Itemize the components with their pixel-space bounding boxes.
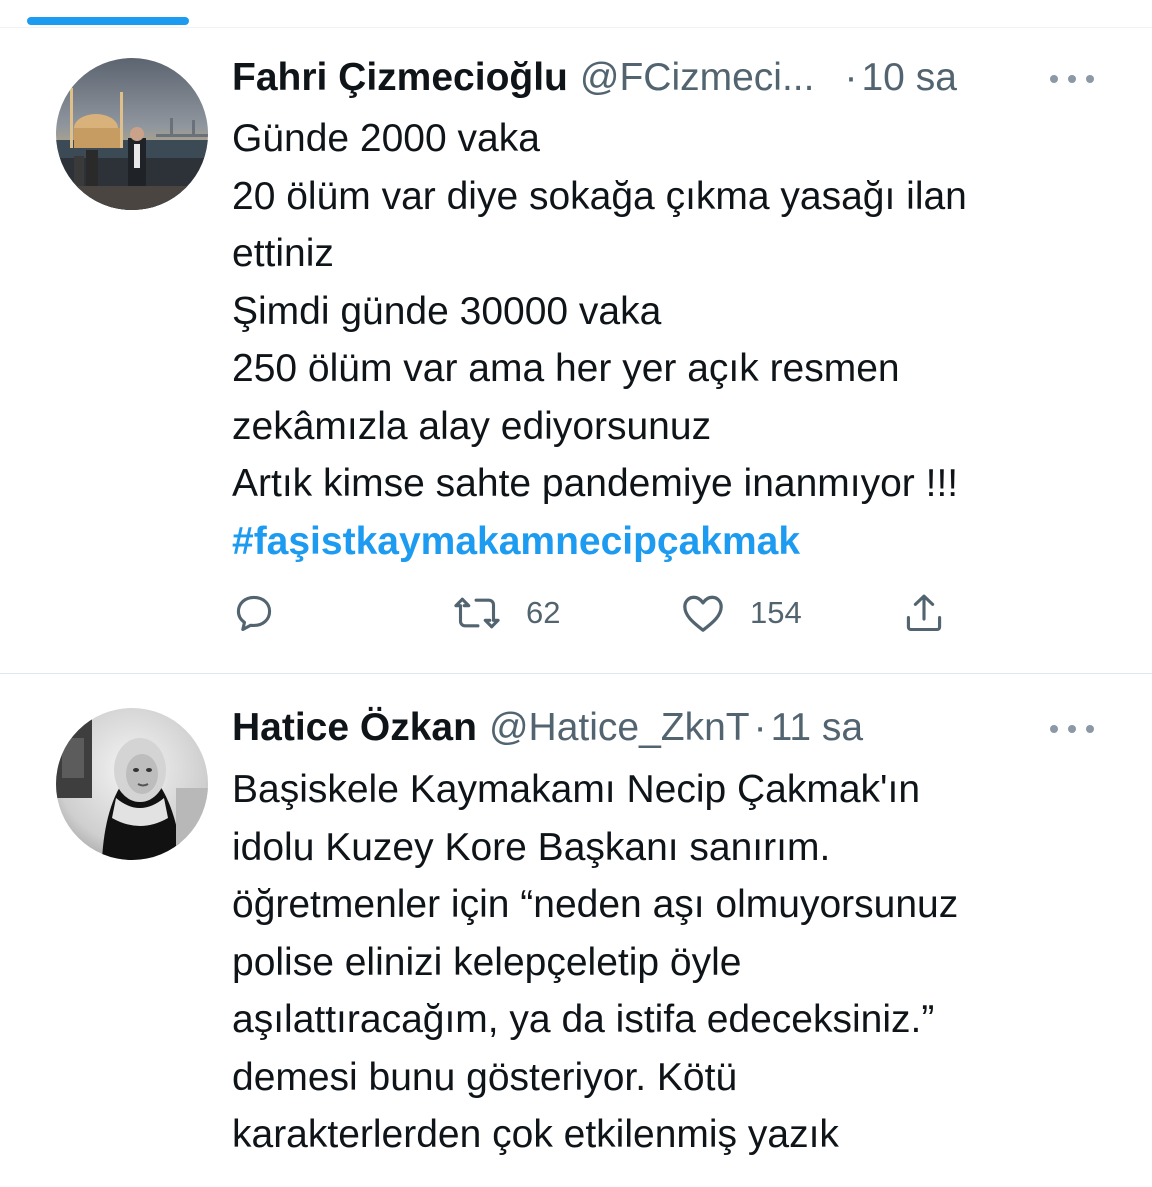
retweet-button[interactable]: 62 <box>452 583 560 643</box>
reply-button[interactable] <box>232 583 276 643</box>
tweet-text: Günde 2000 vaka 20 ölüm var diye sokağa … <box>232 110 1112 570</box>
tweet-fahri[interactable]: Fahri Çizmecioğlu @FCizmeci... · 10 sa G… <box>0 28 1152 673</box>
like-button[interactable]: 154 <box>680 583 802 643</box>
active-tab-indicator <box>27 17 189 25</box>
avatar[interactable] <box>56 58 208 210</box>
tweet-line: Artık kimse sahte pandemiye inanmıyor !!… <box>232 462 959 505</box>
tweet-header: Hatice Özkan @Hatice_ZknT · 11 sa <box>232 702 1032 754</box>
more-dot <box>1068 725 1076 733</box>
more-dot <box>1086 75 1094 83</box>
tweet-line: karakterlerden çok etkilenmiş yazık <box>232 1113 839 1156</box>
reply-icon <box>236 595 272 632</box>
like-icon <box>683 595 723 632</box>
retweet-count: 62 <box>526 595 561 630</box>
user-handle[interactable]: @FCizmeci... <box>580 52 815 104</box>
avatar-photo-woman <box>56 708 208 860</box>
like-count: 154 <box>750 595 802 630</box>
more-options-icon[interactable] <box>1050 64 1094 94</box>
tweet-line: öğretmenler için “neden aşı olmuyorsunuz <box>232 883 959 926</box>
more-dot <box>1068 75 1076 83</box>
more-dot <box>1086 725 1094 733</box>
user-handle[interactable]: @Hatice_ZknT <box>489 702 750 754</box>
tweet-header: Fahri Çizmecioğlu @FCizmeci... · 10 sa <box>232 52 1032 104</box>
display-name[interactable]: Hatice Özkan <box>232 702 477 754</box>
avatar-photo-mosque <box>56 58 208 210</box>
tweet-line: 250 ölüm var ama her yer açık resmen <box>232 347 900 390</box>
separator-dot: · <box>753 706 767 749</box>
tweet-text: Başiskele Kaymakamı Necip Çakmak'ın idol… <box>232 761 1112 1164</box>
more-dot <box>1050 725 1058 733</box>
tweet-line: Günde 2000 vaka <box>232 117 540 160</box>
tweet-hatice[interactable]: Hatice Özkan @Hatice_ZknT · 11 sa Başisk… <box>0 674 1152 1187</box>
tweet-line: polise elinizi kelepçeletip öyle <box>232 940 742 984</box>
tweet-actions: 62 154 <box>232 583 992 643</box>
tweet-line: demesi bunu gösteriyor. Kötü <box>232 1055 738 1099</box>
separator-dot: · <box>844 56 858 99</box>
tweet-line: Şimdi günde 30000 vaka <box>232 289 662 333</box>
tweet-line: zekâmızla alay ediyorsunuz <box>232 404 712 448</box>
tweet-line: ettiniz <box>232 232 334 275</box>
tweet-line: 20 ölüm var diye sokağa çıkma yasağı ila… <box>232 174 967 218</box>
display-name[interactable]: Fahri Çizmecioğlu <box>232 52 568 104</box>
share-button[interactable] <box>902 583 946 643</box>
timestamp[interactable]: 11 sa <box>771 702 864 754</box>
share-icon <box>906 594 942 632</box>
more-dot <box>1050 75 1058 83</box>
tweet-line: Başiskele Kaymakamı Necip Çakmak'ın <box>232 768 921 811</box>
retweet-icon <box>454 597 500 629</box>
tweet-line: aşılattıracağım, ya da istifa edeceksini… <box>232 998 935 1041</box>
timestamp[interactable]: 10 sa <box>861 52 956 104</box>
more-options-icon[interactable] <box>1050 714 1094 744</box>
hashtag-link[interactable]: #faşistkaymakamnecipçakmak <box>232 513 1112 571</box>
tweet-line: idolu Kuzey Kore Başkanı sanırım. <box>232 825 831 869</box>
avatar[interactable] <box>56 708 208 860</box>
